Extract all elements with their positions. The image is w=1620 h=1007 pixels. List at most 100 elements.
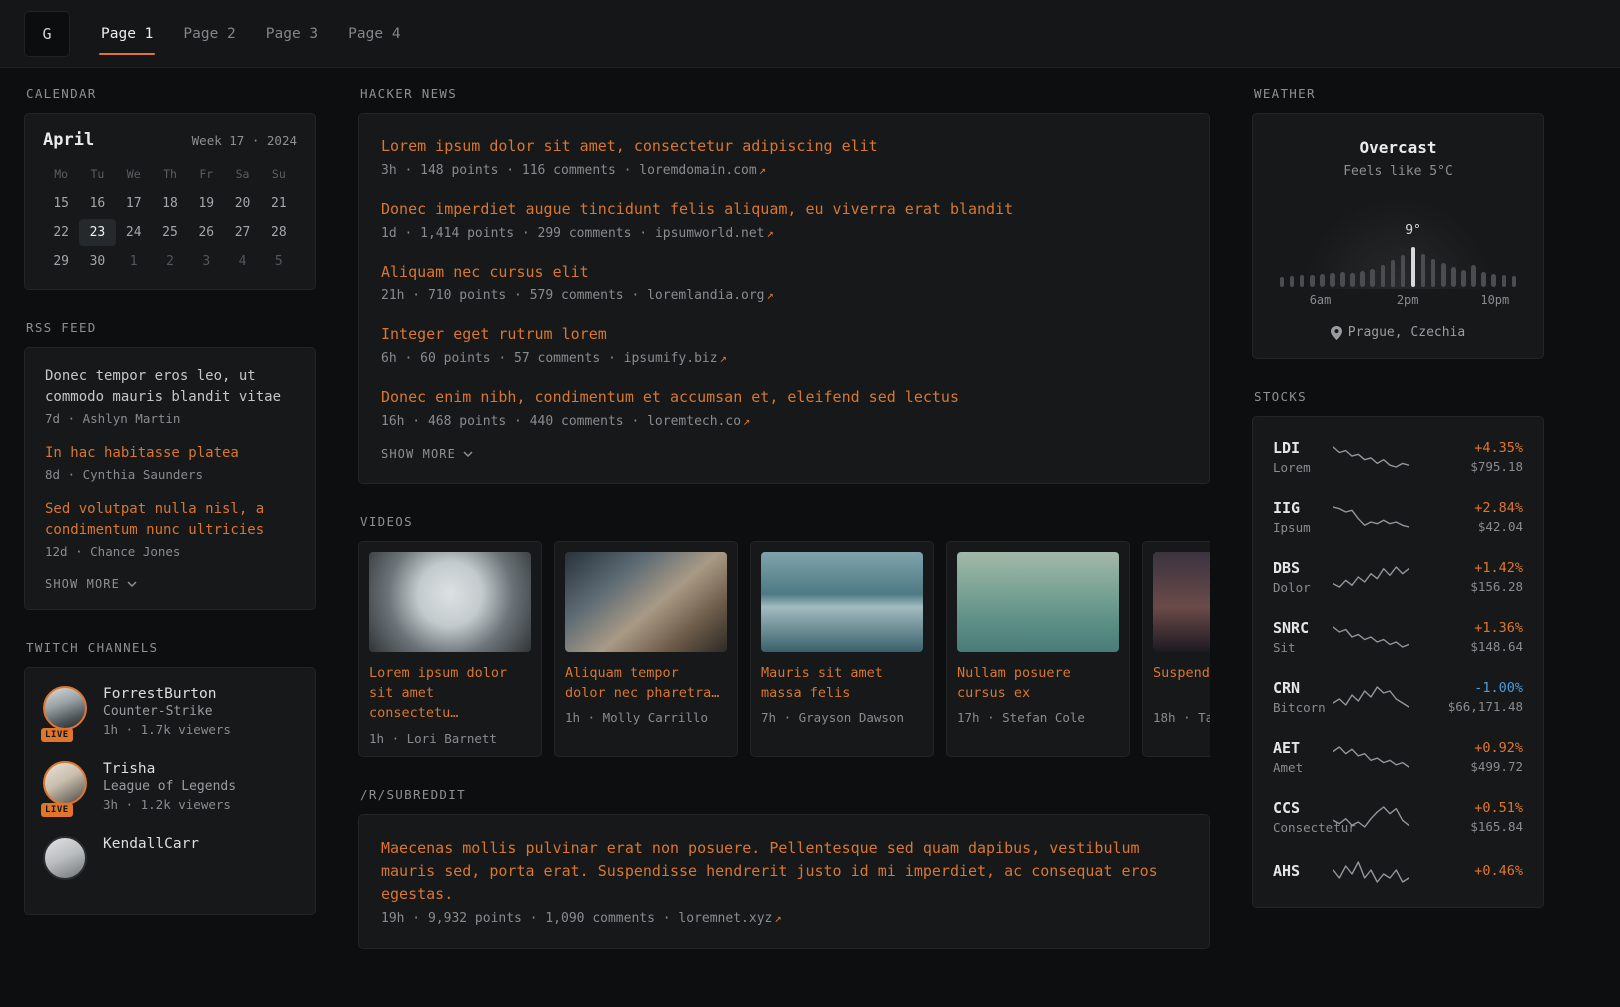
twitch-channel[interactable]: LIVE ForrestBurton Counter-Strike 1h · 1… — [43, 686, 297, 737]
tab-page-3[interactable]: Page 3 — [251, 0, 333, 67]
rss-item-title[interactable]: In hac habitasse platea — [45, 443, 295, 464]
stock-name: Consectetur — [1273, 820, 1323, 835]
stock-name: Amet — [1273, 760, 1323, 775]
weather-bar-slot — [1307, 199, 1317, 287]
stock-left: LDI Lorem — [1273, 439, 1323, 475]
weekday-label: Th — [152, 160, 188, 188]
news-item-title[interactable]: Donec imperdiet augue tincidunt felis al… — [381, 199, 1187, 221]
stock-price: $148.64 — [1419, 639, 1523, 654]
video-title[interactable]: Aliquam tempor dolor nec pharetra… — [565, 663, 727, 704]
app-logo[interactable]: G — [24, 11, 70, 57]
video-meta: 18h · Tara — [1153, 710, 1210, 725]
rss-item[interactable]: Sed volutpat nulla nisl, a condimentum n… — [45, 499, 295, 559]
rss-item-title[interactable]: Donec tempor eros leo, ut commodo mauris… — [45, 366, 295, 408]
stock-row[interactable]: CRN Bitcorn -1.00% $66,171.48 — [1271, 667, 1525, 727]
news-item-stats: 19h · 9,932 points · 1,090 comments · — [381, 911, 678, 926]
stock-row[interactable]: AET Amet +0.92% $499.72 — [1271, 727, 1525, 787]
dashboard: CALENDAR April Week 17 · 2024 MoTuWeThFr… — [0, 68, 1620, 1007]
stock-price: $795.18 — [1419, 459, 1523, 474]
news-item-domain[interactable]: loremnet.xyz — [678, 911, 772, 926]
calendar-day: 1 — [116, 248, 152, 275]
news-item-domain[interactable]: ipsumworld.net — [655, 226, 765, 241]
stock-row[interactable]: AHS +0.46% — [1271, 847, 1525, 897]
stock-row[interactable]: CCS Consectetur +0.51% $165.84 — [1271, 787, 1525, 847]
channel-name[interactable]: KendallCarr — [103, 836, 199, 852]
rss-item-title[interactable]: Sed volutpat nulla nisl, a condimentum n… — [45, 499, 295, 541]
weather-condition: Overcast — [1273, 138, 1523, 157]
twitch-channel[interactable]: KendallCarr — [43, 836, 297, 880]
weather-bar — [1512, 276, 1517, 287]
twitch-channel[interactable]: LIVE Trisha League of Legends 3h · 1.2k … — [43, 761, 297, 812]
tab-page-2[interactable]: Page 2 — [168, 0, 250, 67]
rss-item[interactable]: In hac habitasse platea 8d · Cynthia Sau… — [45, 443, 295, 482]
tab-page-1[interactable]: Page 1 — [86, 0, 168, 67]
weekday-label: We — [116, 160, 152, 188]
weather-widget: WEATHER Overcast Feels like 5°C 9° 6am2p… — [1252, 86, 1544, 359]
video-card[interactable]: Mauris sit amet massa felis 7h · Grayson… — [750, 541, 934, 757]
stock-name: Sit — [1273, 640, 1323, 655]
weather-bar-slot — [1378, 199, 1388, 287]
weather-bar-slot — [1358, 199, 1368, 287]
weekday-label: Fr — [188, 160, 224, 188]
video-title[interactable]: Lorem ipsum dolor sit amet consectetu… — [369, 663, 531, 724]
weather-time-label: 2pm — [1397, 293, 1419, 307]
channel-name[interactable]: Trisha — [103, 761, 236, 777]
video-thumbnail[interactable] — [1153, 552, 1210, 652]
video-title[interactable]: Suspendisse diam — [1153, 663, 1210, 703]
tab-page-4[interactable]: Page 4 — [333, 0, 415, 67]
channel-avatar-wrap: LIVE — [43, 761, 89, 812]
stock-row[interactable]: IIG Ipsum +2.84% $42.04 — [1271, 487, 1525, 547]
news-item-title[interactable]: Aliquam nec cursus elit — [381, 262, 1187, 284]
video-title[interactable]: Mauris sit amet massa felis — [761, 663, 923, 704]
news-item-title[interactable]: Maecenas mollis pulvinar erat non posuer… — [381, 837, 1187, 907]
news-item-title[interactable]: Lorem ipsum dolor sit amet, consectetur … — [381, 136, 1187, 158]
stock-sparkline — [1333, 444, 1409, 470]
video-card[interactable]: Lorem ipsum dolor sit amet consectetu… 1… — [358, 541, 542, 757]
video-thumbnail[interactable] — [565, 552, 727, 652]
rss-show-more[interactable]: SHOW MORE — [45, 577, 295, 591]
external-link-icon: ↗ — [720, 351, 727, 365]
calendar-month: April — [43, 130, 94, 150]
stock-ticker: IIG — [1273, 499, 1323, 517]
stock-change: +2.84% — [1419, 500, 1523, 516]
news-item-title[interactable]: Integer eget rutrum lorem — [381, 324, 1187, 346]
news-item-stats: 3h · 148 points · 116 comments · — [381, 163, 639, 178]
weather-bar — [1360, 271, 1365, 287]
weather-bar-slot — [1337, 199, 1347, 287]
stock-name: Dolor — [1273, 580, 1323, 595]
video-title[interactable]: Nullam posuere cursus ex — [957, 663, 1119, 704]
rss-item[interactable]: Donec tempor eros leo, ut commodo mauris… — [45, 366, 295, 426]
news-item: Lorem ipsum dolor sit amet, consectetur … — [381, 136, 1187, 178]
channel-name[interactable]: ForrestBurton — [103, 686, 231, 702]
video-card[interactable]: Aliquam tempor dolor nec pharetra… 1h · … — [554, 541, 738, 757]
news-item-domain[interactable]: loremlandia.org — [647, 288, 764, 303]
news-item-domain[interactable]: ipsumify.biz — [624, 351, 718, 366]
hackernews-show-more[interactable]: SHOW MORE — [381, 447, 1187, 461]
stock-row[interactable]: DBS Dolor +1.42% $156.28 — [1271, 547, 1525, 607]
video-thumbnail[interactable] — [369, 552, 531, 652]
stock-row[interactable]: SNRC Sit +1.36% $148.64 — [1271, 607, 1525, 667]
calendar-day: 18 — [152, 190, 188, 217]
stock-row[interactable]: LDI Lorem +4.35% $795.18 — [1271, 427, 1525, 487]
news-item-title[interactable]: Donec enim nibh, condimentum et accumsan… — [381, 387, 1187, 409]
news-item-domain[interactable]: loremdomain.com — [639, 163, 756, 178]
calendar-card: April Week 17 · 2024 MoTuWeThFrSaSu15161… — [24, 113, 316, 290]
weekday-label: Sa — [224, 160, 260, 188]
stock-left: DBS Dolor — [1273, 559, 1323, 595]
stocks-widget: STOCKS LDI Lorem +4.35% $795.18 IIG Ipsu… — [1252, 389, 1544, 908]
video-meta: 1h · Lori Barnett — [369, 731, 531, 746]
rss-list: Donec tempor eros leo, ut commodo mauris… — [45, 366, 295, 559]
video-card[interactable]: Nullam posuere cursus ex 17h · Stefan Co… — [946, 541, 1130, 757]
video-thumbnail[interactable] — [957, 552, 1119, 652]
calendar-day: 28 — [261, 219, 297, 246]
video-thumbnail[interactable] — [761, 552, 923, 652]
rss-show-more-label: SHOW MORE — [45, 577, 120, 591]
stock-left: IIG Ipsum — [1273, 499, 1323, 535]
news-item-meta: 1d · 1,414 points · 299 comments · ipsum… — [381, 226, 1187, 241]
video-card[interactable]: Suspendisse diam 18h · Tara — [1142, 541, 1210, 757]
news-item-domain[interactable]: loremtech.co — [647, 414, 741, 429]
stocks-list: LDI Lorem +4.35% $795.18 IIG Ipsum +2.84… — [1271, 427, 1525, 897]
stock-right: -1.00% $66,171.48 — [1419, 680, 1523, 714]
news-item-meta: 19h · 9,932 points · 1,090 comments · lo… — [381, 911, 1187, 926]
chevron-down-icon — [463, 451, 473, 457]
